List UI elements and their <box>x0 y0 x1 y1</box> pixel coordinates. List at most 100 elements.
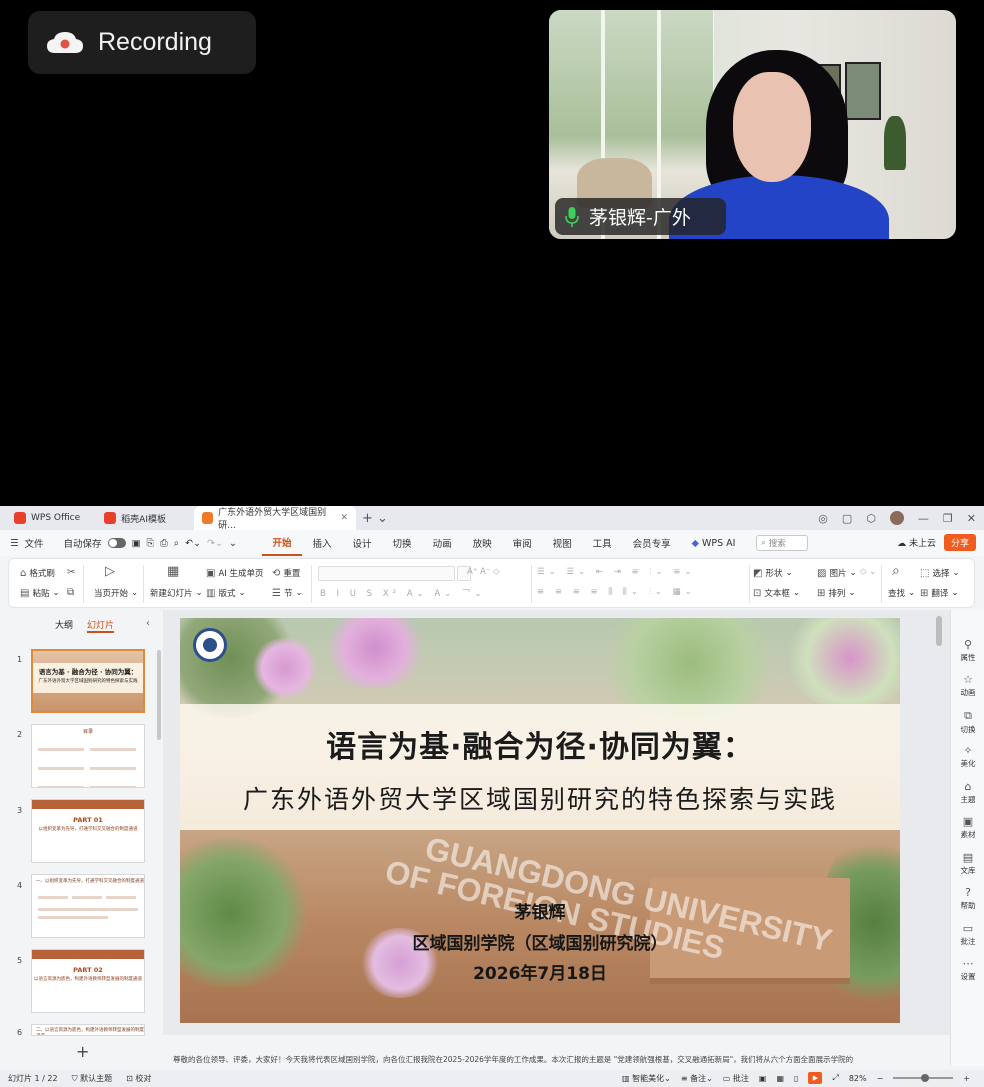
minimize-button[interactable]: — <box>918 512 929 525</box>
thumbnail-scrollbar[interactable] <box>157 650 161 740</box>
copy-button[interactable]: ⧉ <box>67 587 74 598</box>
proofread-button[interactable]: ⊡ 校对 <box>126 1073 151 1084</box>
cloud-status[interactable]: ☁ 未上云 <box>897 536 936 549</box>
reading-view-icon[interactable]: ▯ <box>794 1074 798 1083</box>
section-button[interactable]: ☰ 节 ⌄ <box>272 587 303 600</box>
find-button[interactable]: 查找 ⌄ <box>888 587 915 599</box>
sidebar-settings[interactable]: ⋯ 设置 <box>951 957 984 982</box>
recording-indicator[interactable]: Recording <box>28 11 256 74</box>
ai-generate-slide-button[interactable]: ▣ AI 生成单页 <box>206 567 263 580</box>
sidebar-animation[interactable]: ☆ 动画 <box>951 673 984 698</box>
zoom-out-icon[interactable]: − <box>877 1074 884 1083</box>
normal-view-icon[interactable]: ▣ <box>759 1074 767 1083</box>
menu-tools[interactable]: 工具 <box>582 530 622 556</box>
new-slide-button[interactable]: 新建幻灯片 ⌄ <box>150 587 203 599</box>
shape-style-controls[interactable]: ◇ ⌄ <box>860 567 876 577</box>
play-from-current-icon[interactable]: ▷ <box>105 564 115 579</box>
font-size-controls[interactable]: A⁺ A⁻ ◇ <box>467 567 500 577</box>
more-chevron-icon[interactable]: ⌄ <box>229 538 237 549</box>
tab-docer-template[interactable]: 稻壳AI模板 <box>96 506 174 530</box>
speaker-notes[interactable]: 尊敬的各位领导、评委，大家好！今天我将代表区域国别学院，向各位汇报我院在2025… <box>163 1050 950 1070</box>
arrange-button[interactable]: ⊞ 排列 ⌄ <box>817 587 856 600</box>
cut-button[interactable]: ✂ <box>67 567 75 578</box>
slide-title[interactable]: 语言为基·融合为径·协同为翼： <box>180 722 900 766</box>
hamburger-icon[interactable]: ☰ <box>10 538 19 549</box>
play-from-current-button[interactable]: 当页开始 ⌄ <box>94 587 138 599</box>
menu-transition[interactable]: 切换 <box>382 530 422 556</box>
textbox-button[interactable]: ⊡ 文本框 ⌄ <box>753 587 800 600</box>
new-tab-icon[interactable]: + ⌄ <box>362 511 388 526</box>
reset-button[interactable]: ⟲ 重置 <box>272 567 300 580</box>
tab-outline[interactable]: 大纲 <box>55 618 73 633</box>
export-icon[interactable]: ⎘ <box>147 538 155 549</box>
text-format-group[interactable]: B I U S X² A⌄ A⌄ 乛⌄ <box>320 587 486 599</box>
add-slide-icon[interactable]: + <box>76 1042 89 1061</box>
search-box[interactable]: ⌕ 搜索 <box>755 535 808 551</box>
slide-thumbnail-6[interactable]: 二、以语言资源为底色，构建外语教师转型发展的制度通道 <box>31 1024 145 1036</box>
format-painter-button[interactable]: ⌂ 格式刷 <box>20 567 55 580</box>
slide-subtitle[interactable]: 广东外语外贸大学区域国别研究的特色探索与实践 <box>180 780 900 816</box>
slide-thumbnail-5[interactable]: PART 02 以语言资源为底色，构建外语教师转型发展的制度通道 <box>31 949 145 1013</box>
print-icon[interactable]: ⎙ <box>160 538 168 549</box>
save-icon[interactable]: ▣ <box>132 538 141 549</box>
theme-status[interactable]: ⛉ 默认主题 <box>72 1073 113 1084</box>
menu-slideshow[interactable]: 放映 <box>462 530 502 556</box>
slide-date[interactable]: 2026年7月18日 <box>180 959 900 984</box>
menu-view[interactable]: 视图 <box>542 530 582 556</box>
close-button[interactable]: ✕ <box>967 512 976 525</box>
paragraph-align-group[interactable]: ≡ ≡ ≡ ≡ ⫼ ⫼⌄ ⫶⌄ ▦⌄ <box>537 587 696 597</box>
slide-author[interactable]: 茅银辉 <box>180 898 900 923</box>
picture-button[interactable]: ▨ 图片 ⌄ <box>817 567 857 580</box>
fit-window-icon[interactable]: ⤢ <box>832 1073 838 1083</box>
sorter-view-icon[interactable]: ▦ <box>776 1074 784 1083</box>
slide-canvas[interactable]: GUANGDONG UNIVERSITY OF FOREIGN STUDIES … <box>163 610 950 1035</box>
smart-beautify-button[interactable]: ▥ 智能美化⌄ <box>622 1073 671 1084</box>
ai-assistant-icon[interactable]: ◎ <box>818 512 828 525</box>
avatar[interactable] <box>889 511 904 525</box>
comments-button[interactable]: ▭ 批注 <box>723 1073 749 1084</box>
cube-icon[interactable]: ⬡ <box>866 512 876 525</box>
font-family-select[interactable] <box>318 566 455 581</box>
paragraph-list-group[interactable]: ☰⌄ ☰⌄ ⇤ ⇥ ≡ ⫶⌄ ≡⌄ <box>537 567 696 577</box>
file-menu[interactable]: 文件 <box>25 536 44 550</box>
menu-animation[interactable]: 动画 <box>422 530 462 556</box>
layout-button[interactable]: ▥ 版式 ⌄ <box>206 587 246 600</box>
paste-button[interactable]: ▤ 粘贴 ⌄ <box>20 587 60 600</box>
tab-slides[interactable]: 幻灯片 <box>87 618 115 633</box>
tab-presentation[interactable]: 广东外语外贸大学区域国别研… ✕ <box>193 506 356 531</box>
sidebar-beautify[interactable]: ✧ 美化 <box>951 744 984 769</box>
sidebar-help[interactable]: ? 帮助 <box>951 886 984 911</box>
translate-button[interactable]: ⊞ 翻译 ⌄ <box>920 587 959 600</box>
slide-thumbnail-3[interactable]: PART 01 以组织变革为先导，打通学科交叉融合的制度通道 <box>31 799 145 863</box>
menu-wps-ai[interactable]: ◆ WPS AI <box>681 530 746 556</box>
play-slideshow-button[interactable]: ▶ <box>808 1072 823 1084</box>
collapse-panel-icon[interactable]: ‹ <box>146 618 150 629</box>
zoom-in-icon[interactable]: + <box>963 1074 970 1083</box>
tab-wps-office[interactable]: WPS Office <box>6 506 88 530</box>
slide-thumbnail-2[interactable]: 目录 <box>31 724 145 788</box>
sidebar-materials[interactable]: ▣ 素材 <box>951 815 984 840</box>
sidebar-library[interactable]: ▤ 文库 <box>951 851 984 876</box>
close-tab-icon[interactable]: ✕ <box>340 513 348 523</box>
redo-icon[interactable]: ↷⌄ <box>207 538 223 549</box>
zoom-slider[interactable] <box>893 1074 954 1082</box>
canvas-scrollbar[interactable] <box>936 616 942 646</box>
slide-thumbnail-4[interactable]: 一、以组织变革为先导，打通学科交叉融合的制度通道 <box>31 874 145 938</box>
remarks-button[interactable]: ≡ 备注⌄ <box>681 1073 713 1084</box>
menu-review[interactable]: 审阅 <box>502 530 542 556</box>
current-slide[interactable]: GUANGDONG UNIVERSITY OF FOREIGN STUDIES … <box>180 618 900 1023</box>
autosave-toggle[interactable] <box>107 538 126 548</box>
new-slide-icon[interactable]: ▦ <box>167 564 179 579</box>
slide-institute[interactable]: 区域国别学院（区域国别研究院） <box>180 929 900 954</box>
sidebar-comments[interactable]: ▭ 批注 <box>951 922 984 947</box>
preview-icon[interactable]: ⌕ <box>174 538 179 549</box>
undo-icon[interactable]: ↶⌄ <box>185 538 201 549</box>
menu-design[interactable]: 设计 <box>342 530 382 556</box>
select-button[interactable]: ⬚ 选择 ⌄ <box>920 567 960 580</box>
slide-thumbnail-1[interactable]: 语言为基 · 融合为径 · 协同为翼： 广东外语外贸大学区域国别研究的特色探索与… <box>31 649 145 713</box>
share-button[interactable]: 分享 <box>943 534 976 551</box>
shape-button[interactable]: ◩ 形状 ⌄ <box>753 567 793 580</box>
sidebar-transition[interactable]: ⧉ 切换 <box>951 709 984 735</box>
find-icon[interactable]: ⌕ <box>892 563 900 579</box>
menu-home[interactable]: 开始 <box>262 530 303 556</box>
